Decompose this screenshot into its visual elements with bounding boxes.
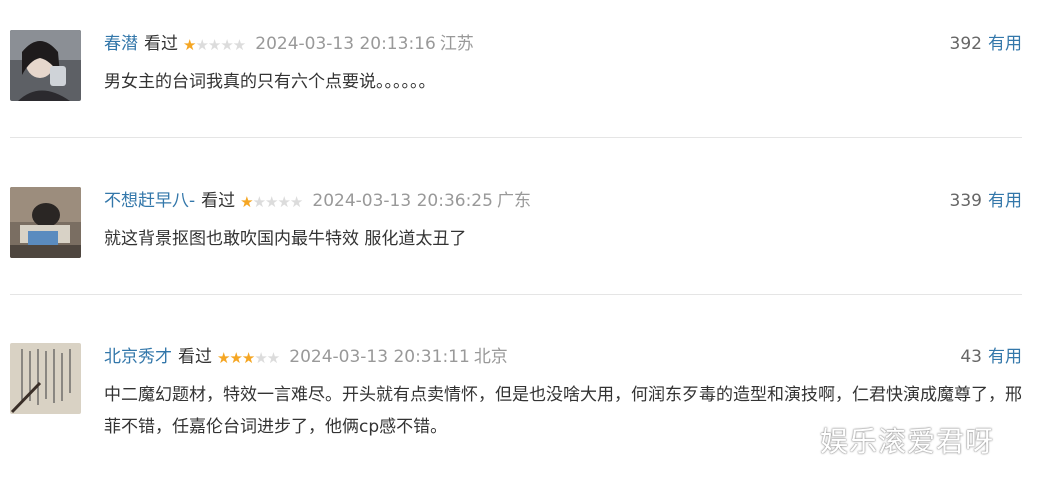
review-content: 就这背景抠图也敢吹国内最牛特效 服化道太丑了 bbox=[104, 229, 467, 249]
useful-button[interactable]: 有用 bbox=[988, 191, 1022, 211]
rating-stars: ★★★★★ bbox=[183, 36, 246, 54]
review-item: 不想赶早八- 看过 ★★★★★ 2024-03-13 20:36:25 广东 339 有用… bbox=[10, 187, 1022, 267]
rating-stars: ★★★★★ bbox=[240, 193, 303, 211]
avatar[interactable] bbox=[10, 187, 81, 258]
review-meta: 春潜 看过 ★★★★★ 2024-03-13 20:13:16 江苏 bbox=[104, 32, 474, 56]
username-link[interactable]: 春潜 bbox=[104, 34, 138, 54]
username-link[interactable]: 不想赶早八- bbox=[104, 191, 195, 211]
vote-count: 339 bbox=[949, 191, 982, 211]
avatar[interactable] bbox=[10, 343, 81, 414]
divider bbox=[10, 294, 1022, 295]
watch-status: 看过 bbox=[201, 191, 236, 211]
vote-area: 43 有用 bbox=[960, 345, 1022, 369]
vote-count: 43 bbox=[960, 347, 982, 367]
review-meta: 北京秀才 看过 ★★★★★ 2024-03-13 20:31:11 北京 bbox=[104, 345, 508, 369]
vote-count: 392 bbox=[949, 34, 982, 54]
divider bbox=[10, 137, 1022, 138]
avatar[interactable] bbox=[10, 30, 81, 101]
review-location: 北京 bbox=[473, 347, 508, 367]
useful-button[interactable]: 有用 bbox=[988, 34, 1022, 54]
review-time: 2024-03-13 20:31:11 bbox=[289, 347, 470, 367]
review-time: 2024-03-13 20:13:16 bbox=[255, 34, 436, 54]
review-meta: 不想赶早八- 看过 ★★★★★ 2024-03-13 20:36:25 广东 bbox=[104, 189, 531, 213]
review-location: 江苏 bbox=[439, 34, 474, 54]
review-content: 男女主的台词我真的只有六个点要说。。。。。。 bbox=[104, 72, 436, 92]
avatar-photo-2 bbox=[10, 187, 81, 258]
avatar-photo-3 bbox=[10, 343, 81, 414]
review-location: 广东 bbox=[496, 191, 531, 211]
review-item: 春潜 看过 ★★★★★ 2024-03-13 20:13:16 江苏 392 有用 男女主… bbox=[10, 30, 1022, 110]
username-link[interactable]: 北京秀才 bbox=[104, 347, 172, 367]
vote-area: 339 有用 bbox=[950, 189, 1022, 213]
watch-status: 看过 bbox=[178, 347, 212, 367]
watermark: 娱乐滚爱君呀 bbox=[820, 425, 995, 458]
vote-area: 392 有用 bbox=[950, 32, 1022, 56]
avatar-photo-1 bbox=[10, 30, 81, 101]
useful-button[interactable]: 有用 bbox=[988, 347, 1022, 367]
review-time: 2024-03-13 20:36:25 bbox=[312, 191, 493, 211]
watch-status: 看过 bbox=[144, 34, 178, 54]
rating-stars: ★★★★★ bbox=[217, 349, 280, 367]
